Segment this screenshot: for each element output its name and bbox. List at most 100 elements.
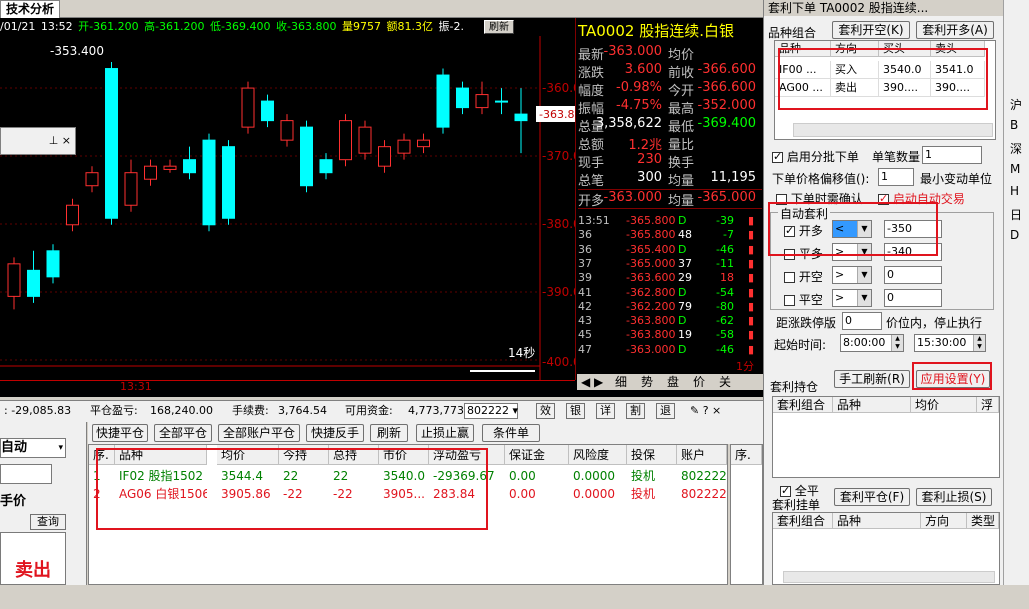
tab-tech-analysis[interactable]: 技术分析 bbox=[0, 0, 60, 18]
tab-related[interactable]: 关 bbox=[719, 374, 731, 390]
side-tool-item[interactable]: 沪 bbox=[1010, 96, 1022, 113]
grid-header[interactable]: 账户 bbox=[677, 445, 727, 465]
side-tool-item[interactable]: D bbox=[1010, 228, 1019, 242]
tab-price[interactable]: 价 bbox=[693, 374, 705, 390]
side-tool-item[interactable]: M bbox=[1010, 162, 1020, 176]
tab-trend[interactable]: 势 bbox=[641, 374, 653, 390]
grid-cell[interactable]: 802222 bbox=[677, 467, 727, 485]
quote-value: 3.600 bbox=[624, 62, 662, 77]
sell-button[interactable]: 卖出 bbox=[0, 532, 66, 585]
query-button[interactable]: 查询 bbox=[30, 514, 66, 530]
account-select-value: 802222 bbox=[467, 404, 509, 417]
tick-qty: D bbox=[678, 214, 687, 227]
grid-cell[interactable]: 0.0000 bbox=[569, 467, 627, 485]
arb-label: 平空 bbox=[798, 293, 823, 307]
account-select[interactable]: 802222 ▾ bbox=[464, 403, 518, 419]
arb-operator-select[interactable]: > ▼ bbox=[832, 266, 872, 284]
icon-btn-1[interactable]: 效 bbox=[536, 403, 555, 419]
arb-operator-select[interactable]: > ▼ bbox=[832, 289, 872, 307]
side-tool-item[interactable]: 日 bbox=[1010, 206, 1022, 223]
candle-body bbox=[397, 139, 411, 154]
lot-input[interactable]: 1 bbox=[922, 146, 982, 164]
arb-open-short-button[interactable]: 套利开空(K) bbox=[832, 21, 910, 39]
tab-detail[interactable]: 细 bbox=[615, 374, 627, 390]
tab-book[interactable]: 盘 bbox=[667, 374, 679, 390]
combo-scrollbar[interactable] bbox=[793, 123, 993, 137]
info-vol: 量9757 bbox=[341, 20, 381, 33]
account-pl: : -29,085.83 bbox=[4, 404, 72, 417]
quick-reverse-button[interactable]: 快捷反手 bbox=[306, 424, 364, 442]
grid-cell[interactable]: 0.00 bbox=[505, 467, 569, 485]
qty-input[interactable] bbox=[0, 464, 52, 484]
candlestick-chart[interactable]: -353.400 -360.0 -370.0 -380.0 -390.0 -40… bbox=[0, 36, 575, 381]
icon-btn-4[interactable]: 割 bbox=[626, 403, 645, 419]
tick-time: 13:51 bbox=[578, 214, 610, 227]
conditional-order-button[interactable]: 条件单 bbox=[482, 424, 540, 442]
grid-cell[interactable]: 投机 bbox=[627, 485, 677, 503]
stop-loss-button[interactable]: 止损止赢 bbox=[416, 424, 474, 442]
arb-value-input[interactable]: 0 bbox=[884, 289, 942, 307]
grid-cell[interactable]: 802222 bbox=[677, 485, 727, 503]
batch-checkbox[interactable] bbox=[772, 150, 783, 163]
info-close: 收-363.800 bbox=[276, 20, 337, 33]
mode-select[interactable]: 自动 ▾ bbox=[0, 438, 66, 458]
arb-checkbox[interactable] bbox=[784, 295, 795, 306]
icon-btn-5[interactable]: 退 bbox=[656, 403, 675, 419]
side-tool-item[interactable]: B bbox=[1010, 118, 1018, 132]
grid-cell[interactable]: 0.00 bbox=[505, 485, 569, 503]
pending-scrollbar[interactable] bbox=[783, 571, 995, 583]
side-grid: 序. bbox=[730, 444, 763, 585]
arb-option[interactable]: 平空 bbox=[784, 291, 823, 308]
batch-option[interactable]: 启用分批下单 bbox=[772, 148, 859, 165]
icon-btn-3[interactable]: 详 bbox=[596, 403, 615, 419]
arb-value-input[interactable]: 0 bbox=[884, 266, 942, 284]
arb-option[interactable]: 开空 bbox=[784, 268, 823, 285]
nav-arrows[interactable]: ◀ ▶ bbox=[581, 374, 603, 390]
tick-price: -363.800 bbox=[626, 314, 676, 328]
side-tool-item[interactable]: H bbox=[1010, 184, 1019, 198]
stop-input[interactable]: 0 bbox=[842, 312, 882, 330]
quick-close-button[interactable]: 快捷平仓 bbox=[92, 424, 148, 442]
tool-icons[interactable]: ✎ ? × bbox=[690, 401, 721, 421]
offset-input[interactable]: 1 bbox=[878, 168, 914, 186]
grid-header[interactable]: 投保 bbox=[627, 445, 677, 465]
floating-window[interactable]: ⊥ × bbox=[0, 127, 76, 155]
close-all-button[interactable]: 全部平仓 bbox=[154, 424, 212, 442]
quote-row: 总笔 300 均量 11,195 bbox=[578, 170, 762, 189]
grid-cell[interactable]: 投机 bbox=[627, 467, 677, 485]
end-time-input[interactable]: 15:30:00 ▲ ▼ bbox=[914, 334, 986, 352]
grid-cell[interactable]: 0.0000 bbox=[569, 485, 627, 503]
tick-mark-icon: ▮ bbox=[747, 299, 754, 313]
float-window-controls[interactable]: ⊥ × bbox=[49, 134, 71, 147]
grid-header[interactable]: 保证金 bbox=[505, 445, 569, 465]
candle-body bbox=[280, 120, 294, 141]
highlight-box-positions bbox=[96, 448, 488, 530]
icon-btn-2[interactable]: 银 bbox=[566, 403, 585, 419]
start-time-input[interactable]: 8:00:00 ▲ ▼ bbox=[840, 334, 904, 352]
grid-header[interactable]: 风险度 bbox=[569, 445, 627, 465]
quote-label: 振幅 bbox=[578, 102, 605, 117]
candle-body bbox=[27, 269, 40, 297]
arb-checkbox[interactable] bbox=[784, 272, 795, 283]
tick-change: -62 bbox=[716, 314, 734, 328]
close-all-accounts-button[interactable]: 全部账户平仓 bbox=[218, 424, 300, 442]
close-pl-value: 168,240.00 bbox=[150, 404, 213, 417]
refresh-button[interactable]: 刷新 bbox=[484, 20, 514, 34]
candle-body bbox=[241, 87, 255, 128]
candle-body bbox=[7, 263, 21, 297]
hold-header: 套利组合 bbox=[773, 397, 833, 413]
quote-label: 最新 bbox=[578, 48, 605, 63]
quote-value: -4.75% bbox=[616, 98, 662, 113]
manual-refresh-button[interactable]: 手工刷新(R) bbox=[834, 370, 910, 388]
start-time-label: 起始时间: bbox=[774, 338, 827, 352]
refresh-positions-button[interactable]: 刷新 bbox=[370, 424, 408, 442]
arb-close-button[interactable]: 套利平仓(F) bbox=[834, 488, 910, 506]
price-type-label: 手价 bbox=[0, 494, 27, 509]
candle-body bbox=[456, 87, 469, 109]
quote-title: TA0002 股指连续.白银 bbox=[578, 22, 734, 40]
arb-stop-button[interactable]: 套利止损(S) bbox=[916, 488, 992, 506]
side-tool-item[interactable]: 深 bbox=[1010, 140, 1022, 157]
arb-open-long-button[interactable]: 套利开多(A) bbox=[916, 21, 994, 39]
quote-value-2: -352.000 bbox=[697, 98, 756, 113]
stop-unit: 价位内，停止执行 bbox=[886, 316, 983, 330]
